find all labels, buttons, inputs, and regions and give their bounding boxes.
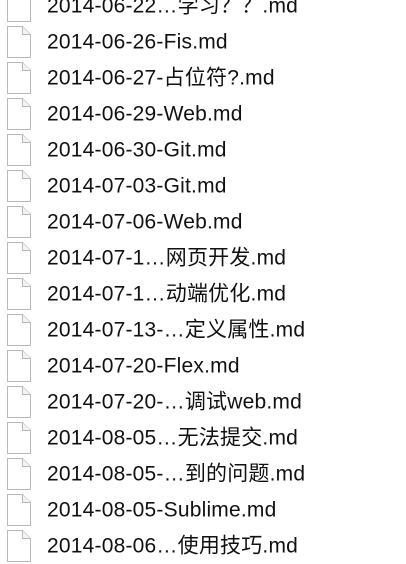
file-name: 2014-07-13-…定义属性.md — [47, 318, 306, 342]
file-row[interactable]: 2014-07-03-Git.md — [0, 168, 406, 204]
document-icon — [6, 314, 31, 346]
file-row[interactable]: 2014-06-22…学习？？.md — [0, 0, 406, 24]
file-name: 2014-07-20-Flex.md — [47, 354, 240, 378]
file-row[interactable]: 2014-08-05-Sublime.md — [0, 492, 406, 528]
file-row[interactable]: 2014-07-1…网页开发.md — [0, 240, 406, 276]
file-name: 2014-08-06…使用技巧.md — [47, 534, 299, 558]
document-icon — [6, 62, 31, 94]
file-row[interactable]: 2014-08-05-…到的问题.md — [0, 456, 406, 492]
file-row[interactable]: 2014-07-13-…定义属性.md — [0, 312, 406, 348]
file-row[interactable]: 2014-08-05…无法提交.md — [0, 420, 406, 456]
file-row[interactable]: 2014-07-20-Flex.md — [0, 348, 406, 384]
file-row[interactable]: 2014-07-1…动端优化.md — [0, 276, 406, 312]
file-name: 2014-06-26-Fis.md — [47, 30, 228, 54]
file-name: 2014-06-27-占位符?.md — [47, 66, 275, 90]
file-name: 2014-07-1…网页开发.md — [47, 246, 287, 270]
document-icon — [6, 242, 31, 274]
document-icon — [6, 134, 31, 166]
file-name: 2014-07-20-…调试web.md — [47, 390, 302, 414]
file-row[interactable]: 2014-06-29-Web.md — [0, 96, 406, 132]
document-icon — [6, 98, 31, 130]
file-row[interactable]: 2014-08-06…使用技巧.md — [0, 528, 406, 564]
document-icon — [6, 170, 31, 202]
file-name: 2014-07-06-Web.md — [47, 210, 243, 234]
document-icon — [6, 26, 31, 58]
document-icon — [6, 494, 31, 526]
file-name: 2014-08-05-Sublime.md — [47, 498, 277, 522]
document-icon — [6, 386, 31, 418]
file-name: 2014-08-05…无法提交.md — [47, 426, 299, 450]
file-row[interactable]: 2014-06-30-Git.md — [0, 132, 406, 168]
file-name: 2014-08-05-…到的问题.md — [47, 462, 306, 486]
document-icon — [6, 278, 31, 310]
file-name: 2014-06-30-Git.md — [47, 138, 227, 162]
document-icon — [6, 530, 31, 562]
document-icon — [6, 458, 31, 490]
document-icon — [6, 0, 31, 22]
file-name: 2014-06-22…学习？？.md — [47, 0, 299, 18]
file-list: 2014-06-22…学习？？.md 2014-06-26-Fis.md 201… — [0, 0, 406, 564]
file-row[interactable]: 2014-07-20-…调试web.md — [0, 384, 406, 420]
document-icon — [6, 422, 31, 454]
file-row[interactable]: 2014-06-26-Fis.md — [0, 24, 406, 60]
file-name: 2014-07-1…动端优化.md — [47, 282, 287, 306]
document-icon — [6, 206, 31, 238]
file-row[interactable]: 2014-06-27-占位符?.md — [0, 60, 406, 96]
document-icon — [6, 350, 31, 382]
file-name: 2014-06-29-Web.md — [47, 102, 243, 126]
file-name: 2014-07-03-Git.md — [47, 174, 227, 198]
file-row[interactable]: 2014-07-06-Web.md — [0, 204, 406, 240]
